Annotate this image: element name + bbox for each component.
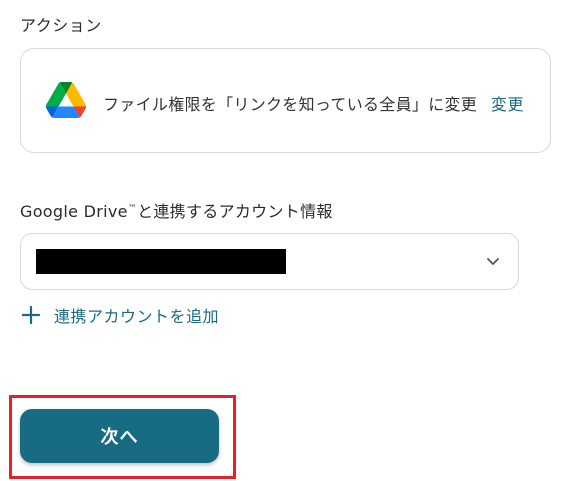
- account-label-text: と連携するアカウント情報: [137, 202, 333, 221]
- google-drive-icon: [45, 82, 87, 118]
- section-label-action: アクション: [20, 16, 102, 35]
- trademark-symbol: ™: [127, 204, 138, 214]
- account-label-service: Google Drive: [20, 202, 128, 221]
- action-card: ファイル権限を「リンクを知っている全員」に変更 変更: [20, 48, 551, 153]
- action-settings-page: アクション ファイル権限を「リンクを知っている全員」に変更 変更 Google …: [0, 0, 582, 481]
- plus-icon: [22, 306, 40, 324]
- account-select-dropdown[interactable]: [20, 233, 519, 290]
- chevron-down-icon: [487, 258, 499, 265]
- add-linked-account-label: 連携アカウントを追加: [54, 307, 220, 326]
- action-title: ファイル権限を「リンクを知っている全員」に変更: [103, 95, 478, 114]
- next-button[interactable]: 次へ: [20, 409, 219, 463]
- add-linked-account-button[interactable]: 連携アカウントを追加: [22, 304, 219, 326]
- account-info-label: Google Drive™と連携するアカウント情報: [20, 198, 333, 222]
- change-action-link[interactable]: 変更: [491, 91, 524, 115]
- redacted-account-value: [36, 249, 286, 274]
